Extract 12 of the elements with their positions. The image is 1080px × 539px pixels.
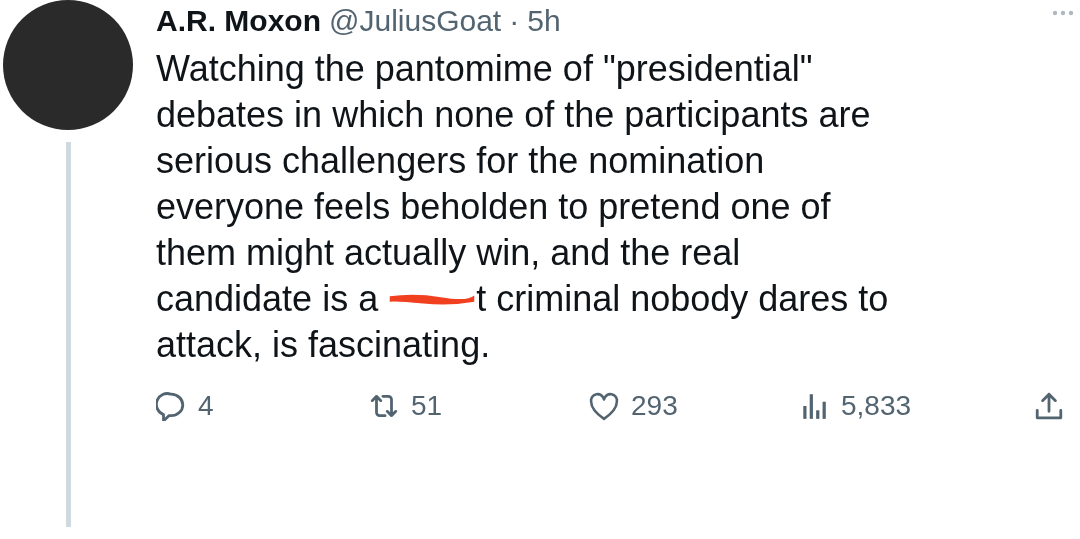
reply-icon[interactable] — [156, 391, 186, 421]
action-count: 51 — [411, 390, 443, 422]
heart-icon[interactable] — [589, 391, 619, 421]
action-count: 5,833 — [841, 390, 912, 422]
tweet-text: Watching the pantomime of "presidential" debates in which none of the participants are serious challengers for the nomination everyone feels beholden to pretend one of them might actually win, and the real candidate is a t criminal nobody dares to attack, is fascinating. — [156, 47, 890, 367]
share-icon[interactable] — [1034, 391, 1064, 421]
timestamp[interactable]: 5h — [527, 4, 561, 38]
action-count: 293 — [631, 390, 678, 422]
action-count: 4 — [198, 390, 214, 422]
separator-dot: · — [509, 4, 520, 38]
author-name[interactable]: A.R. Moxon — [156, 4, 321, 38]
author-handle[interactable]: @JuliusGoat — [329, 4, 502, 38]
